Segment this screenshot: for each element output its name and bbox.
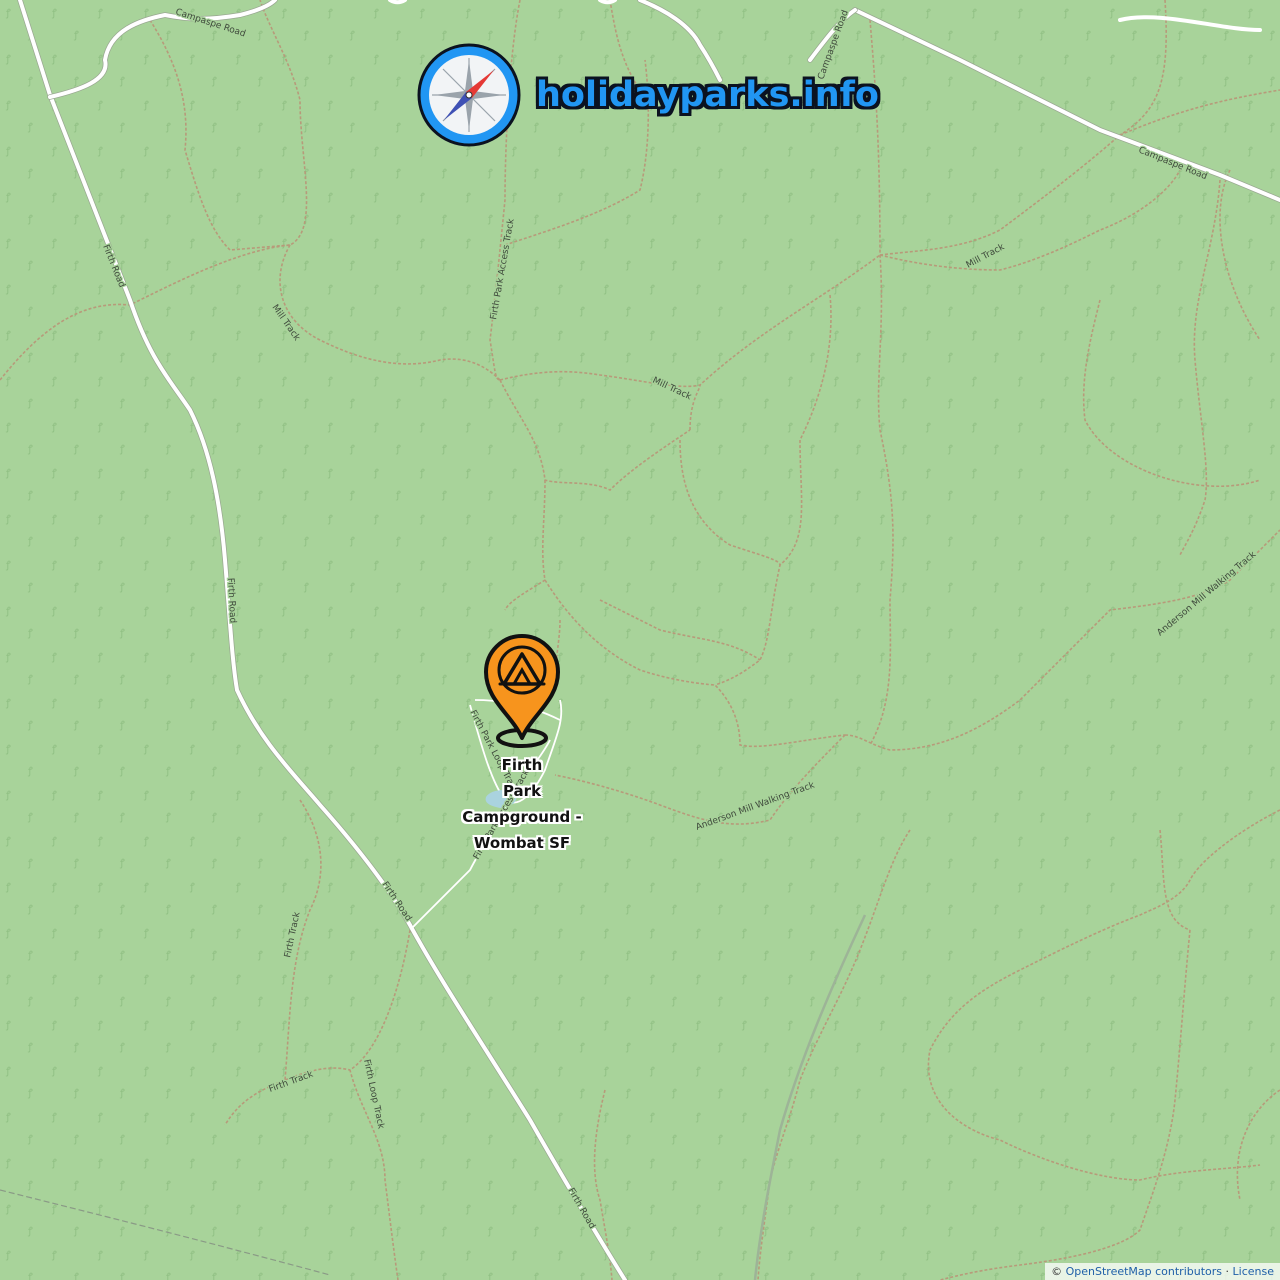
map-attribution: © OpenStreetMap contributors · License [1045, 1263, 1280, 1280]
campground-label-line: Campground - [462, 808, 582, 826]
brand-logo[interactable]: holidayparks.info [414, 40, 879, 150]
license-link[interactable]: License [1233, 1265, 1274, 1278]
campground-label[interactable]: Firth Park Campground - Wombat SF [452, 752, 592, 856]
brand-title: holidayparks.info [536, 75, 879, 115]
osm-contributors-link[interactable]: OpenStreetMap contributors [1066, 1265, 1222, 1278]
compass-icon [417, 43, 521, 147]
forest-pattern [0, 0, 1280, 1280]
map-canvas[interactable]: ꝭ ꝭ [0, 0, 1280, 1280]
campground-label-line: Wombat SF [473, 834, 571, 852]
campground-label-line: Firth [501, 756, 543, 774]
campground-label-line: Park [502, 782, 542, 800]
copyright-symbol: © [1051, 1265, 1063, 1278]
attribution-separator: · [1225, 1265, 1230, 1278]
